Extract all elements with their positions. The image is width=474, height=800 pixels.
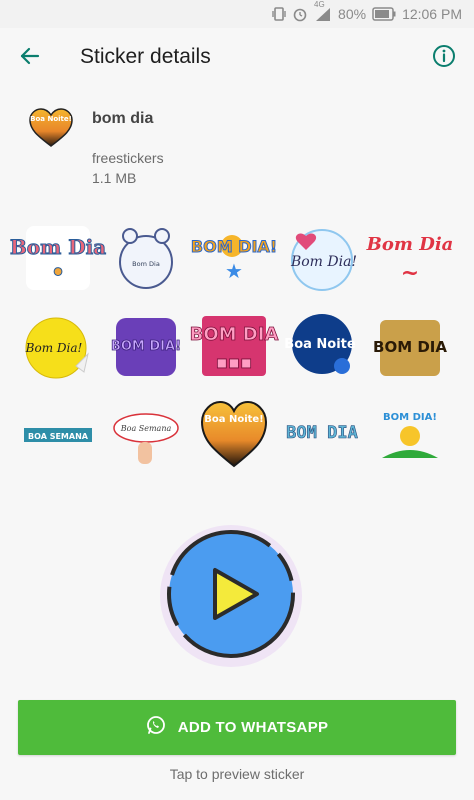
sticker-11-text: BOA SEMANA — [28, 432, 89, 441]
arrow-left-icon — [19, 45, 41, 72]
sticker-10-text: BOM DIA — [373, 338, 447, 356]
status-bar: 4G 80% 12:06 PM — [0, 0, 474, 28]
sticker-12[interactable]: Boa Semana — [106, 394, 186, 474]
sticker-14[interactable]: BOM DIA — [282, 394, 362, 474]
add-to-whatsapp-label: ADD TO WHATSAPP — [177, 719, 329, 736]
pack-name: bom dia — [92, 110, 154, 127]
svg-text:▪▪▪: ▪▪▪ — [216, 352, 253, 373]
preview-hint: Tap to preview sticker — [169, 766, 305, 782]
preview-play-button[interactable] — [160, 525, 302, 667]
sticker-9-text: Boa Noite — [284, 337, 356, 352]
pack-tray-icon: Boa Noite! — [28, 108, 74, 148]
sticker-5-text: Bom Dia — [366, 234, 454, 255]
sticker-13[interactable]: Boa Noite! — [194, 394, 274, 474]
sticker-6[interactable]: Bom Dia! — [18, 306, 98, 386]
back-button[interactable] — [14, 42, 46, 74]
whatsapp-icon — [146, 715, 166, 740]
info-icon — [432, 44, 456, 73]
svg-text:★: ★ — [225, 259, 243, 283]
sticker-5[interactable]: Bom Dia ~ — [366, 218, 454, 298]
sticker-4[interactable]: Bom Dia! — [282, 218, 362, 298]
sticker-7-text: BOM DIA! — [111, 339, 181, 354]
sticker-8-text: BOM DIA — [190, 324, 279, 345]
sticker-9[interactable]: Boa Noite — [282, 306, 362, 386]
sticker-14-text: BOM DIA — [286, 423, 358, 443]
sticker-13-text: Boa Noite! — [204, 414, 264, 425]
sticker-3[interactable]: BOM DIA! ★ — [190, 218, 278, 298]
sticker-4-text: Bom Dia! — [290, 254, 357, 270]
sticker-2-text: Bom Dia — [132, 260, 160, 268]
page-title: Sticker details — [80, 45, 211, 68]
sticker-1[interactable]: Bom Dia • — [9, 218, 107, 298]
play-icon — [167, 529, 295, 663]
alarm-icon — [292, 6, 308, 22]
svg-text:•: • — [51, 260, 65, 286]
sticker-3-text: BOM DIA! — [191, 237, 277, 256]
sticker-10[interactable]: BOM DIA — [370, 306, 450, 386]
sticker-15[interactable]: BOM DIA! — [370, 394, 450, 474]
battery-percent: 80% — [338, 6, 367, 22]
clock-time: 12:06 PM — [402, 6, 462, 22]
sticker-1-text: Bom Dia — [10, 235, 106, 259]
sticker-2[interactable]: Bom Dia — [106, 218, 186, 298]
sticker-12-text: Boa Semana — [120, 424, 172, 433]
app-bar: Sticker details — [0, 28, 474, 88]
pack-icon-text: Boa Noite! — [30, 115, 72, 123]
battery-icon — [372, 7, 396, 21]
add-to-whatsapp-button[interactable]: ADD TO WHATSAPP — [18, 700, 456, 755]
pack-size: 1.1 MB — [92, 170, 137, 186]
vibrate-icon — [272, 6, 286, 22]
network-label: 4G — [314, 0, 325, 9]
sticker-11[interactable]: BOA SEMANA — [18, 394, 98, 474]
info-button[interactable] — [428, 42, 460, 74]
signal-icon: 4G — [314, 0, 332, 22]
sticker-15-text: BOM DIA! — [383, 412, 437, 423]
svg-text:~: ~ — [401, 260, 419, 286]
sticker-6-text: Bom Dia! — [25, 341, 83, 355]
status-icons: 4G 80% 12:06 PM — [272, 0, 462, 23]
pack-publisher: freestickers — [92, 150, 164, 166]
sticker-7[interactable]: BOM DIA! — [106, 306, 186, 386]
sticker-8[interactable]: BOM DIA ▪▪▪ — [189, 306, 279, 386]
